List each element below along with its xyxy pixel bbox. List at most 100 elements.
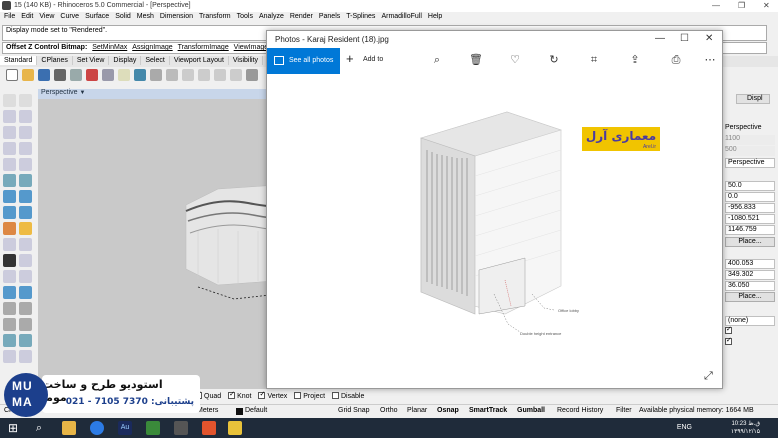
menu-help[interactable]: Help (428, 13, 442, 20)
ortho-toggle[interactable]: Ortho (380, 407, 398, 414)
menu-tools[interactable]: Tools (237, 13, 253, 20)
checkbox-icon[interactable] (725, 336, 732, 345)
osnap-toggle[interactable]: Osnap (437, 407, 459, 414)
file-explorer-icon[interactable] (62, 421, 76, 435)
mirror-icon[interactable] (3, 318, 16, 331)
audition-icon[interactable]: Au (118, 421, 132, 435)
status-layer[interactable]: Default (245, 407, 267, 414)
show-checkbox[interactable] (725, 325, 775, 337)
join-icon[interactable] (19, 270, 32, 283)
clock[interactable]: ق.ظ 10:23 ۱۳۹۹/۱۲/۱۵ (700, 420, 760, 436)
move-icon[interactable] (3, 286, 16, 299)
option-transformimage[interactable]: TransformImage (178, 44, 229, 51)
smarttrack-toggle[interactable]: SmartTrack (469, 407, 507, 414)
group-icon[interactable] (3, 334, 16, 347)
rotation-field[interactable]: 0.0 (725, 192, 775, 202)
menu-view[interactable]: View (39, 13, 54, 20)
checkbox-icon[interactable] (332, 392, 339, 399)
menu-tsplines[interactable]: T-Splines (346, 13, 375, 20)
tab-select[interactable]: Select (141, 56, 170, 65)
boolean-icon[interactable] (19, 206, 32, 219)
pan-icon[interactable] (150, 69, 162, 81)
array-icon[interactable] (19, 318, 32, 331)
crop-icon[interactable]: ⌗ (587, 53, 601, 67)
menu-transform[interactable]: Transform (199, 13, 231, 20)
rotate-view-icon[interactable] (166, 69, 178, 81)
menu-analyze[interactable]: Analyze (259, 13, 284, 20)
checkbox-icon[interactable] (228, 390, 236, 399)
target-z-field[interactable]: 36.050 (725, 281, 775, 291)
wallpaper-field[interactable]: (none) (725, 316, 775, 326)
rotate-icon[interactable]: ↻ (547, 53, 561, 67)
osnap-project[interactable]: Project (294, 392, 325, 400)
favorite-icon[interactable]: ♡ (508, 53, 522, 67)
copy-object-icon[interactable] (19, 286, 32, 299)
viewport-menu-icon[interactable]: ▼ (80, 90, 86, 96)
tab-viewport-layout[interactable]: Viewport Layout (170, 56, 229, 65)
tab-visibility[interactable]: Visibility (229, 56, 264, 65)
paste-icon[interactable] (118, 69, 130, 81)
windows-start-icon[interactable]: ⊞ (6, 421, 20, 435)
minimize-icon[interactable]: — (655, 33, 665, 44)
menu-file[interactable]: File (4, 13, 15, 20)
polyline-icon[interactable] (3, 110, 16, 123)
gray-checkbox[interactable] (725, 336, 775, 348)
solid-tools-icon[interactable] (3, 206, 16, 219)
box-icon[interactable] (3, 190, 16, 203)
zoom-icon[interactable] (182, 69, 194, 81)
maximize-icon[interactable]: ❐ (738, 1, 745, 10)
close-icon[interactable]: ✕ (705, 33, 713, 44)
save-icon[interactable] (38, 69, 50, 81)
perspective-viewport[interactable] (38, 99, 268, 389)
camera-x-field[interactable]: -956.833 (725, 203, 775, 213)
mesh-icon[interactable] (3, 222, 16, 235)
place-target-button[interactable]: Place... (725, 292, 775, 302)
maximize-icon[interactable]: ☐ (680, 33, 689, 44)
split-icon[interactable] (3, 270, 16, 283)
dimension-icon[interactable] (3, 238, 16, 251)
zoom-icon[interactable]: ⌕ (430, 53, 444, 67)
checkbox-icon[interactable] (725, 325, 732, 334)
text-icon[interactable] (19, 238, 32, 251)
analyze-icon[interactable] (3, 350, 16, 363)
explode-icon[interactable] (19, 350, 32, 363)
select-arrow-icon[interactable] (3, 94, 16, 107)
surface-icon[interactable] (3, 174, 16, 187)
record-history-toggle[interactable]: Record History (557, 407, 603, 414)
zoom-window-icon[interactable] (198, 69, 210, 81)
filter-toggle[interactable]: Filter (616, 407, 632, 414)
freeform-icon[interactable] (19, 158, 32, 171)
lens-length-field[interactable]: 50.0 (725, 181, 775, 191)
render-icon[interactable] (19, 222, 32, 235)
arc-icon[interactable] (19, 126, 32, 139)
fillet-icon[interactable] (3, 254, 16, 267)
rotate-icon[interactable] (3, 302, 16, 315)
target-y-field[interactable]: 349.302 (725, 270, 775, 280)
tab-set-view[interactable]: Set View (73, 56, 110, 65)
open-folder-icon[interactable] (22, 69, 34, 81)
zoom-extents-icon[interactable] (214, 69, 226, 81)
close-icon[interactable]: ✕ (763, 1, 770, 10)
more-options-icon[interactable]: ⋯ (703, 53, 717, 67)
undo-icon[interactable] (134, 69, 146, 81)
photo-viewer[interactable]: Office lobby Double height entrance معما… (267, 74, 722, 388)
scale-icon[interactable] (19, 302, 32, 315)
place-camera-button[interactable]: Place... (725, 237, 775, 247)
osnap-vertex[interactable]: Vertex (258, 390, 287, 400)
curve-icon[interactable] (19, 110, 32, 123)
sphere-icon[interactable] (19, 190, 32, 203)
layer-color-swatch[interactable] (236, 408, 243, 415)
menu-surface[interactable]: Surface (85, 13, 109, 20)
ellipse-icon[interactable] (3, 142, 16, 155)
osnap-knot[interactable]: Knot (228, 390, 251, 400)
layer-icon[interactable] (19, 334, 32, 347)
menu-render[interactable]: Render (290, 13, 313, 20)
display-tab[interactable]: Displ (736, 94, 770, 104)
tab-display[interactable]: Display (109, 56, 142, 65)
new-file-icon[interactable] (6, 69, 18, 81)
menu-armadillo[interactable]: ArmadilloFull (381, 13, 421, 20)
rectangle-icon[interactable] (19, 142, 32, 155)
menu-edit[interactable]: Edit (21, 13, 33, 20)
menu-panels[interactable]: Panels (319, 13, 340, 20)
zoom-selected-icon[interactable] (230, 69, 242, 81)
